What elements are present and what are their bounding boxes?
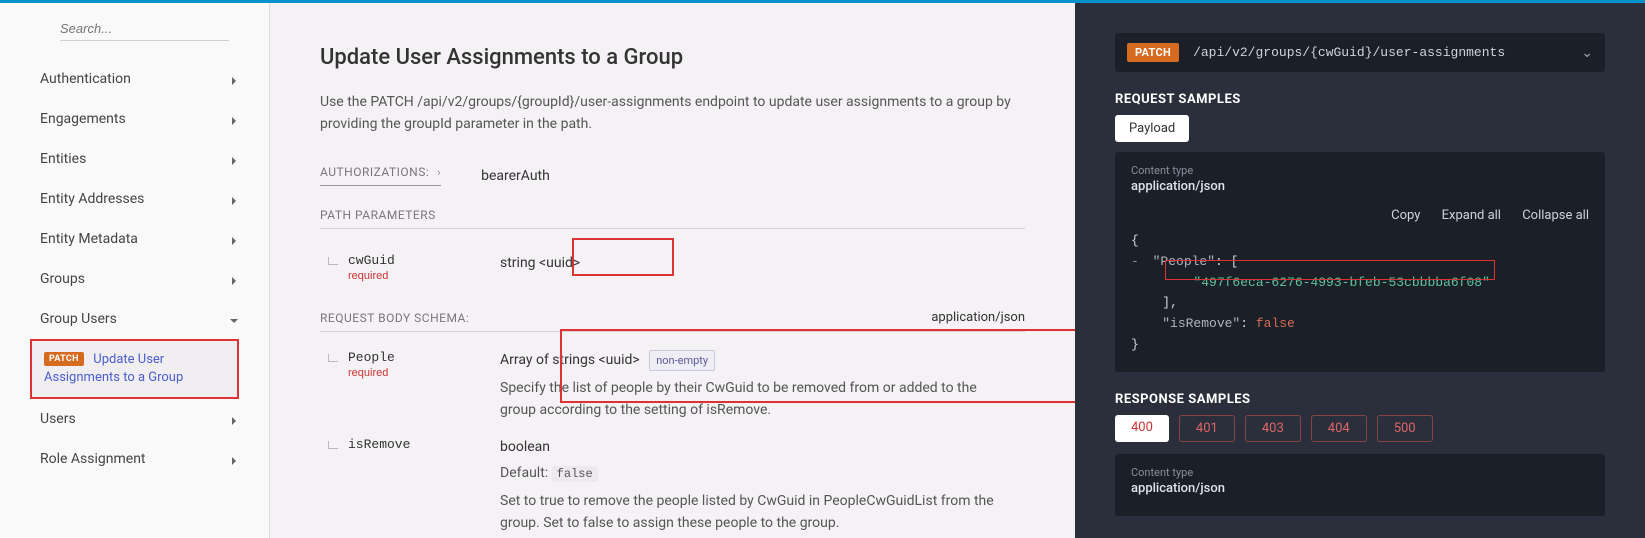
- required-badge: required: [348, 270, 500, 282]
- sidebar-item-groups[interactable]: Groups: [0, 259, 269, 299]
- expand-all-button[interactable]: Expand all: [1442, 208, 1501, 223]
- samples-panel: PATCH /api/v2/groups/{cwGuid}/user-assig…: [1075, 3, 1645, 538]
- content-type-label: Content type: [1131, 164, 1589, 177]
- payload-tab[interactable]: Payload: [1115, 115, 1189, 142]
- sidebar-item-engagements[interactable]: Engagements: [0, 99, 269, 139]
- page-description: Use the PATCH /api/v2/groups/{groupId}/u…: [320, 92, 1020, 135]
- sidebar-item-label: Entity Metadata: [40, 231, 138, 247]
- response-tab-401[interactable]: 401: [1179, 415, 1235, 442]
- chevron-right-icon: [229, 274, 239, 284]
- response-code-panel: Content type application/json: [1115, 454, 1605, 516]
- param-description: Specify the list of people by their CwGu…: [500, 378, 1015, 421]
- copy-button[interactable]: Copy: [1391, 208, 1420, 223]
- request-code-panel: Content type application/json Copy Expan…: [1115, 152, 1605, 372]
- sidebar-item-entity-addresses[interactable]: Entity Addresses: [0, 179, 269, 219]
- sidebar-item-label: Group Users: [40, 311, 117, 327]
- chevron-right-icon: [229, 74, 239, 84]
- content-type-label: Content type: [1131, 466, 1589, 479]
- response-tab-403[interactable]: 403: [1245, 415, 1301, 442]
- chevron-right-icon: [229, 114, 239, 124]
- sidebar-active-item[interactable]: PATCH Update User Assignments to a Group: [30, 339, 239, 399]
- param-type: string <uuid>: [500, 255, 580, 271]
- param-type: Array of strings <uuid>: [500, 352, 640, 368]
- content-type-value: application/json: [1131, 481, 1589, 496]
- chevron-right-icon: [229, 454, 239, 464]
- tree-connector-icon: [328, 257, 338, 265]
- json-payload: { - "People": [ "497f6eca-6276-4993-bfeb…: [1131, 231, 1589, 356]
- sidebar-item-entity-metadata[interactable]: Entity Metadata: [0, 219, 269, 259]
- response-samples-title: RESPONSE SAMPLES: [1115, 392, 1605, 407]
- response-tab-400[interactable]: 400: [1115, 415, 1169, 442]
- page-title: Update User Assignments to a Group: [320, 45, 1025, 70]
- param-row-people: People required Array of strings <uuid> …: [320, 342, 1025, 429]
- auth-scheme: bearerAuth: [481, 168, 550, 184]
- param-description: Set to true to remove the people listed …: [500, 491, 1015, 534]
- response-tab-404[interactable]: 404: [1311, 415, 1367, 442]
- param-name: cwGuid: [348, 253, 500, 268]
- sidebar-item-label: Engagements: [40, 111, 126, 127]
- response-tab-500[interactable]: 500: [1377, 415, 1433, 442]
- default-value: false: [552, 466, 598, 482]
- request-body-label: REQUEST BODY SCHEMA:: [320, 311, 469, 325]
- sidebar-item-label: Entities: [40, 151, 86, 167]
- param-type: boolean: [500, 439, 550, 455]
- param-name: People: [348, 350, 500, 365]
- default-label: Default:: [500, 465, 548, 481]
- sidebar-item-label: Authentication: [40, 71, 131, 87]
- chevron-right-icon: [229, 414, 239, 424]
- chevron-right-icon: ›: [437, 166, 441, 179]
- sidebar-item-label: Entity Addresses: [40, 191, 144, 207]
- param-row-isremove: isRemove boolean Default: false Set to t…: [320, 429, 1025, 538]
- collapse-all-button[interactable]: Collapse all: [1522, 208, 1589, 223]
- chevron-right-icon: [229, 234, 239, 244]
- content-type-value: application/json: [1131, 179, 1589, 194]
- sidebar: Authentication Engagements Entities Enti…: [0, 3, 270, 538]
- sidebar-item-group-users[interactable]: Group Users: [0, 299, 269, 339]
- authorizations-label[interactable]: AUTHORIZATIONS: ›: [320, 165, 441, 186]
- chevron-right-icon: [229, 194, 239, 204]
- route-path: /api/v2/groups/{cwGuid}/user-assignments: [1193, 45, 1581, 60]
- sidebar-item-role-assignment[interactable]: Role Assignment: [0, 439, 269, 479]
- search-input[interactable]: [60, 17, 229, 41]
- param-name: isRemove: [348, 437, 500, 452]
- param-row-cwguid: cwGuid required string <uuid>: [320, 245, 1025, 290]
- chevron-down-icon: ⌄: [1581, 45, 1593, 61]
- method-badge: PATCH: [44, 352, 84, 366]
- sidebar-item-users[interactable]: Users: [0, 399, 269, 439]
- chevron-down-icon: [229, 314, 239, 324]
- tree-connector-icon: [328, 441, 338, 449]
- request-body-content-type[interactable]: application/json: [931, 310, 1025, 325]
- non-empty-badge: non-empty: [649, 350, 715, 371]
- endpoint-route[interactable]: PATCH /api/v2/groups/{cwGuid}/user-assig…: [1115, 33, 1605, 72]
- sidebar-item-label: Groups: [40, 271, 85, 287]
- request-samples-title: REQUEST SAMPLES: [1115, 92, 1605, 107]
- path-parameters-label: PATH PARAMETERS: [320, 208, 1025, 229]
- sidebar-item-label: Users: [40, 411, 76, 427]
- chevron-right-icon: [229, 154, 239, 164]
- collapse-toggle-icon[interactable]: -: [1131, 254, 1139, 269]
- tree-connector-icon: [328, 354, 338, 362]
- sidebar-item-label: Role Assignment: [40, 451, 146, 467]
- main-content: Update User Assignments to a Group Use t…: [270, 3, 1075, 538]
- method-badge: PATCH: [1127, 43, 1179, 62]
- sidebar-item-entities[interactable]: Entities: [0, 139, 269, 179]
- required-badge: required: [348, 367, 500, 379]
- sidebar-item-authentication[interactable]: Authentication: [0, 59, 269, 99]
